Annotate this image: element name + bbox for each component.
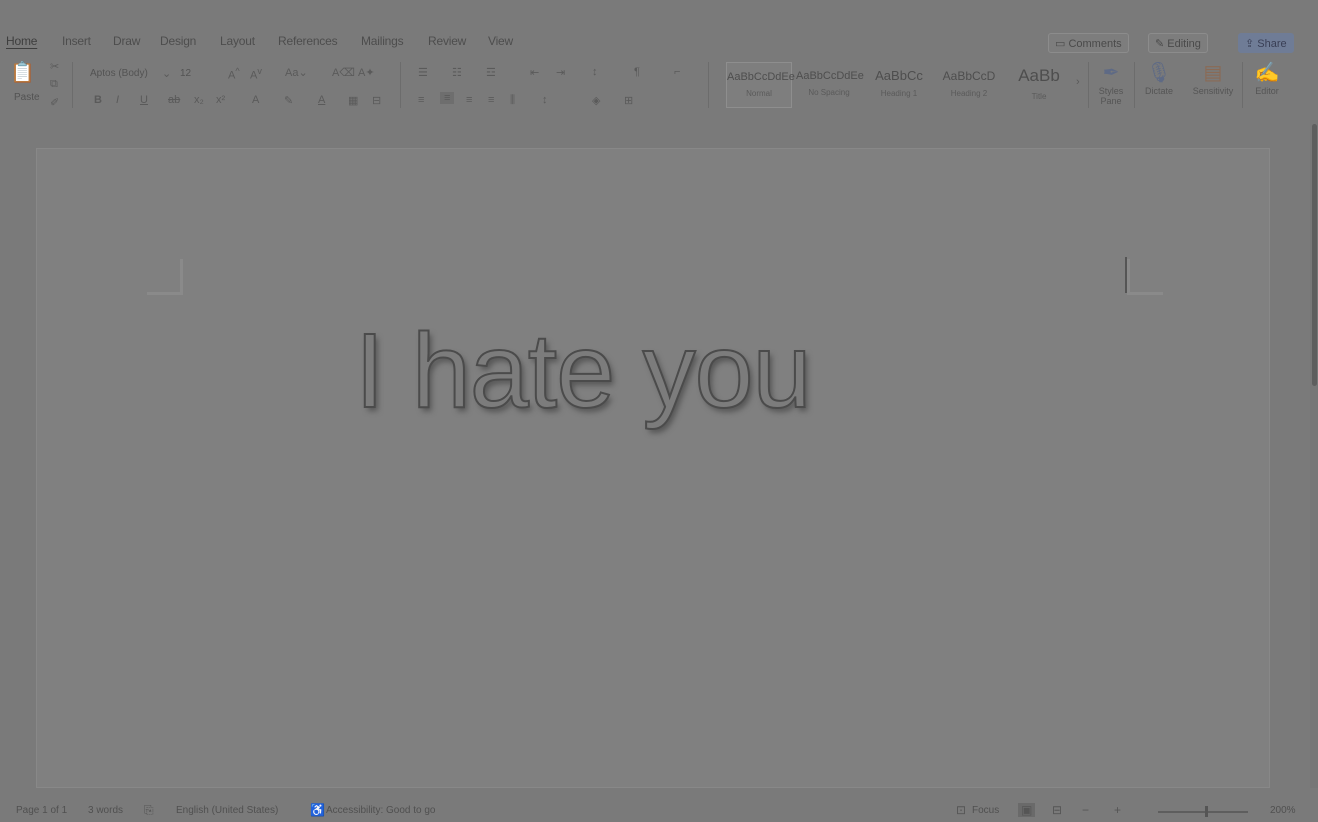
superscript-icon[interactable]: x² <box>216 94 225 106</box>
sensitivity-icon: ▤ <box>1203 62 1223 84</box>
tab-insert[interactable]: Insert <box>62 34 91 48</box>
status-bar: Page 1 of 1 3 words ⎘ English (United St… <box>0 798 1318 822</box>
margin-corner-mark <box>147 259 183 295</box>
justify-icon[interactable]: ≡ <box>488 94 494 106</box>
bold-icon[interactable]: B <box>94 94 102 106</box>
language-indicator[interactable]: English (United States) <box>176 805 278 816</box>
paste-icon[interactable]: 📋 <box>10 60 35 85</box>
clear-format-icon[interactable]: A⌫ <box>332 66 355 79</box>
proofing-icon[interactable]: ⎘ <box>144 803 154 818</box>
align-right-icon[interactable]: ≡ <box>466 94 472 106</box>
font-color-icon[interactable]: A <box>318 94 325 106</box>
style-heading-2[interactable]: AaBbCcD Heading 2 <box>936 62 1002 108</box>
style-title[interactable]: AaBb Title <box>1006 62 1072 108</box>
editor-button[interactable]: ✍ Editor <box>1244 60 1290 96</box>
increase-indent-icon[interactable]: ⇥ <box>556 66 565 79</box>
styles-pane-icon: ✒ <box>1102 62 1120 84</box>
sort-icon[interactable]: ↕ <box>592 66 598 78</box>
scrollbar-thumb[interactable] <box>1312 124 1317 386</box>
copy-icon[interactable]: ⧉ <box>50 78 58 91</box>
line-spacing-icon[interactable]: ↕ <box>542 94 548 106</box>
zoom-slider[interactable] <box>1158 811 1248 813</box>
zoom-out-icon[interactable]: − <box>1082 803 1089 817</box>
focus-icon[interactable]: ⊡ <box>956 803 966 817</box>
underline-icon[interactable]: U <box>140 94 148 106</box>
italic-icon[interactable]: I <box>116 94 119 106</box>
tab-mailings[interactable]: Mailings <box>361 34 404 48</box>
document-text[interactable]: I hate you <box>354 311 813 432</box>
page-count[interactable]: Page 1 of 1 <box>16 805 67 816</box>
font-size-select[interactable]: 12 <box>180 68 191 79</box>
vertical-scrollbar[interactable] <box>1310 120 1318 788</box>
align-center-icon[interactable]: ≡ <box>440 92 455 104</box>
web-layout-icon[interactable]: ⊟ <box>1052 803 1062 817</box>
tab-references[interactable]: References <box>278 34 338 48</box>
font-name-select[interactable]: Aptos (Body) <box>90 68 148 79</box>
subscript-icon[interactable]: x₂ <box>194 94 204 106</box>
style-no-spacing[interactable]: AaBbCcDdEe No Spacing <box>796 62 864 108</box>
word-count[interactable]: 3 words <box>88 805 123 816</box>
align-left-icon[interactable]: ≡ <box>418 94 424 106</box>
sensitivity-button[interactable]: ▤ Sensitivity <box>1190 60 1236 96</box>
share-button[interactable]: ⇪ Share <box>1238 33 1294 53</box>
char-shading-icon[interactable]: ▦ <box>348 94 358 107</box>
document-canvas: I hate you <box>0 120 1310 788</box>
show-formatting-icon[interactable]: ¶ <box>634 66 640 78</box>
change-case-icon[interactable]: Aa⌄ <box>285 66 308 79</box>
columns-icon[interactable]: ⫼ <box>510 94 515 107</box>
comment-icon: ▭ <box>1055 38 1069 50</box>
cut-icon[interactable]: ✂ <box>50 60 59 73</box>
multilevel-list-icon[interactable]: ☲ <box>486 66 496 79</box>
microphone-icon: 🎙 <box>1146 62 1172 84</box>
divider <box>72 62 73 108</box>
focus-button[interactable]: Focus <box>972 805 999 816</box>
divider <box>400 62 401 108</box>
accessibility-status[interactable]: Accessibility: Good to go <box>326 805 436 816</box>
dictate-button[interactable]: 🎙 Dictate <box>1136 60 1182 96</box>
zoom-slider-thumb[interactable] <box>1205 806 1208 817</box>
decrease-indent-icon[interactable]: ⇤ <box>530 66 539 79</box>
numbering-icon[interactable]: ☷ <box>452 66 462 79</box>
share-icon: ⇪ <box>1245 38 1258 50</box>
text-effects-icon[interactable]: A✦ <box>358 66 375 79</box>
chevron-down-icon[interactable]: ⌄ <box>162 67 171 80</box>
divider <box>1242 62 1243 108</box>
paragraph-dialog-icon[interactable]: ⌐ <box>674 66 680 78</box>
ribbon-home: 📋 Paste ✂ ⧉ ✐ Aptos (Body) ⌄ 12 A^ Av Aa… <box>0 56 1318 118</box>
style-heading-1[interactable]: AaBbCc Heading 1 <box>866 62 932 108</box>
tab-design[interactable]: Design <box>160 34 196 48</box>
char-border-icon[interactable]: ⊟ <box>372 94 381 107</box>
strikethrough-icon[interactable]: ab <box>168 94 180 106</box>
comments-button[interactable]: ▭ Comments <box>1048 33 1129 53</box>
paste-button-label[interactable]: Paste <box>14 92 40 103</box>
zoom-level[interactable]: 200% <box>1270 805 1296 816</box>
tab-layout[interactable]: Layout <box>220 34 255 48</box>
shading-icon[interactable]: ◈ <box>592 94 600 107</box>
accessibility-icon[interactable]: ♿ <box>310 803 325 817</box>
tab-home[interactable]: Home <box>6 34 37 48</box>
tab-draw[interactable]: Draw <box>113 34 140 48</box>
format-painter-icon[interactable]: ✐ <box>50 96 59 109</box>
editing-button[interactable]: ✎ Editing <box>1148 33 1208 53</box>
zoom-in-icon[interactable]: + <box>1114 803 1121 817</box>
styles-pane-button[interactable]: ✒ Styles Pane <box>1088 60 1134 106</box>
styles-more-icon[interactable]: › <box>1076 76 1080 88</box>
highlight-icon[interactable]: ✎ <box>284 94 293 107</box>
margin-corner-mark <box>1127 259 1163 295</box>
editor-pen-icon: ✍ <box>1254 62 1280 84</box>
grow-font-icon[interactable]: A^ <box>228 66 240 82</box>
pencil-icon: ✎ <box>1155 38 1168 50</box>
bullets-icon[interactable]: ☰ <box>418 66 428 79</box>
tab-view[interactable]: View <box>488 34 513 48</box>
text-cursor <box>1125 257 1127 293</box>
shrink-font-icon[interactable]: Av <box>250 66 262 82</box>
tab-review[interactable]: Review <box>428 34 466 48</box>
divider <box>708 62 709 108</box>
document-page[interactable]: I hate you <box>36 148 1270 788</box>
borders-icon[interactable]: ⊞ <box>624 94 633 107</box>
print-layout-icon[interactable]: ▣ <box>1018 803 1036 817</box>
text-effect-color-icon[interactable]: A <box>252 94 259 106</box>
divider <box>1134 62 1135 108</box>
style-normal[interactable]: AaBbCcDdEe Normal <box>726 62 795 108</box>
